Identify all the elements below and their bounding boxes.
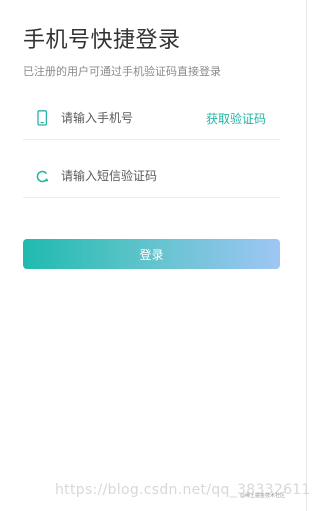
sms-code-input[interactable] xyxy=(61,164,201,188)
code-field xyxy=(23,156,280,198)
phone-icon xyxy=(35,110,49,126)
loading-spinner-icon xyxy=(35,168,49,184)
get-code-button[interactable]: 获取验证码 xyxy=(206,110,266,127)
page-title: 手机号快捷登录 xyxy=(23,28,181,53)
phone-input[interactable] xyxy=(61,106,201,130)
login-button[interactable]: 登录 xyxy=(23,239,280,269)
phone-field: 获取验证码 xyxy=(23,98,280,140)
watermark-small: @稀土掘金技术社区 xyxy=(240,493,286,499)
login-page: 手机号快捷登录 已注册的用户可通过手机验证码直接登录 获取验证码 登录 http… xyxy=(0,0,310,511)
page-subtitle: 已注册的用户可通过手机验证码直接登录 xyxy=(23,65,221,78)
